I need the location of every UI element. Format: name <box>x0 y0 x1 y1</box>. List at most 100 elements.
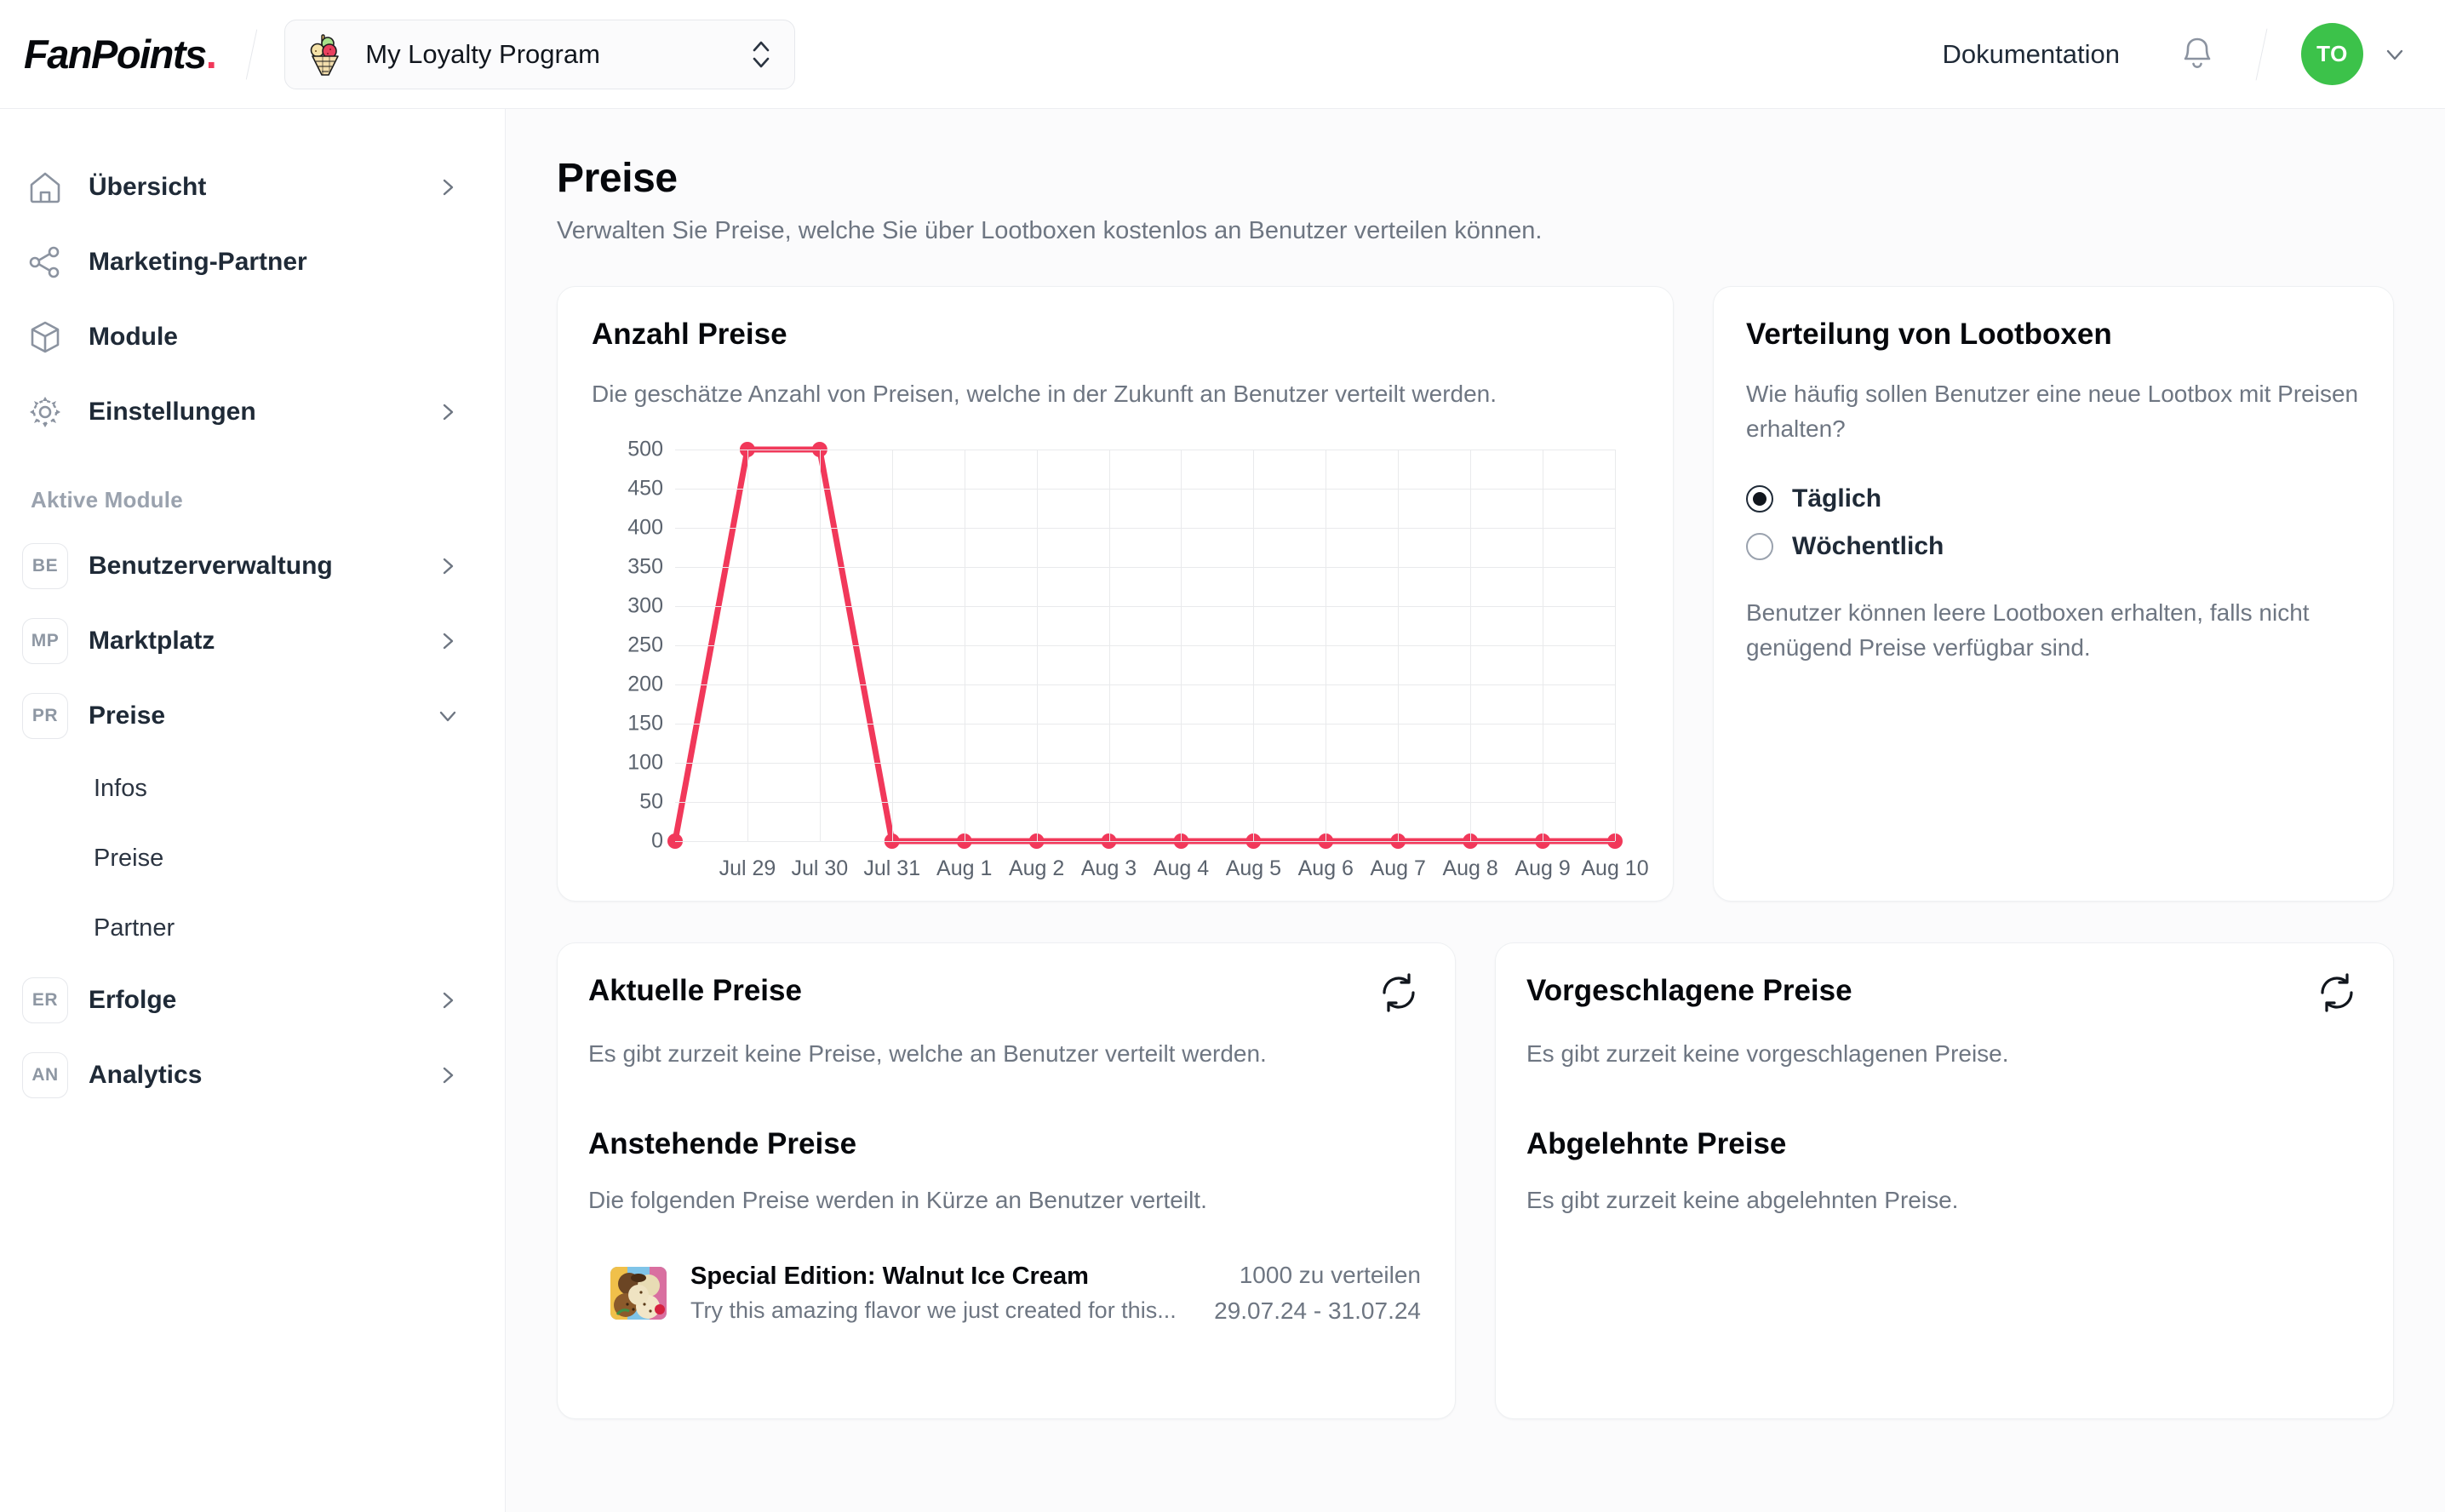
module-badge: AN <box>22 1052 68 1098</box>
bottom-cards-row: Aktuelle Preise Es gibt zurzeit keine Pr… <box>557 942 2394 1419</box>
radio-option-woechentlich[interactable]: Wöchentlich <box>1746 523 2359 570</box>
documentation-link[interactable]: Dokumentation <box>1942 39 2120 70</box>
avatar[interactable]: TO <box>2301 23 2363 85</box>
logo-dot: . <box>205 32 217 77</box>
x-axis-tick-label: Aug 10 <box>1581 856 1649 880</box>
sidebar-item-marktplatz[interactable]: MP Marktplatz <box>0 604 505 679</box>
rejected-prizes-title: Abgelehnte Preise <box>1526 1126 1787 1160</box>
y-axis-tick-label: 500 <box>627 437 663 461</box>
y-axis-tick-label: 450 <box>627 476 663 501</box>
sidebar-item-label: Marketing-Partner <box>89 248 307 276</box>
x-axis-tick-label: Aug 5 <box>1225 856 1282 880</box>
chart-card: Anzahl Preise Die geschätze Anzahl von P… <box>557 286 1674 902</box>
chevron-up-down-icon <box>753 41 770 67</box>
lootbox-frequency-radio-group: Täglich Wöchentlich <box>1746 475 2359 570</box>
y-axis-tick-label: 50 <box>639 789 663 814</box>
lootbox-card-title: Verteilung von Lootboxen <box>1746 318 2112 351</box>
grid-line-vertical <box>891 449 893 841</box>
sidebar-item-erfolge[interactable]: ER Erfolge <box>0 963 505 1038</box>
sidebar-item-label: Analytics <box>89 1061 203 1089</box>
top-cards-row: Anzahl Preise Die geschätze Anzahl von P… <box>557 286 2394 902</box>
x-axis-tick-label: Jul 31 <box>863 856 921 880</box>
x-axis-tick-label: Aug 4 <box>1153 856 1210 880</box>
chart-card-description: Die geschätze Anzahl von Preisen, welche… <box>592 381 1497 407</box>
logo-divider <box>246 29 258 79</box>
sidebar-item-module[interactable]: Module <box>0 300 505 375</box>
grid-line-vertical <box>747 449 748 841</box>
grid-line-horizontal <box>675 684 1615 685</box>
x-axis-tick-label: Aug 9 <box>1515 856 1571 880</box>
logo-text: FanPoints <box>24 32 207 77</box>
sidebar-item-label: Einstellungen <box>89 398 256 426</box>
radio-option-taeglich[interactable]: Täglich <box>1746 475 2359 523</box>
chevron-right-icon <box>443 404 454 421</box>
grid-line-vertical <box>1398 449 1400 841</box>
current-prizes-card: Aktuelle Preise Es gibt zurzeit keine Pr… <box>557 942 1456 1419</box>
prize-dates: 29.07.24 - 31.07.24 <box>1214 1297 1421 1324</box>
app-logo[interactable]: FanPoints. <box>20 31 217 77</box>
radio-label: Wöchentlich <box>1792 532 1944 561</box>
sidebar-subitem-infos[interactable]: Infos <box>0 753 505 823</box>
chevron-placeholder <box>437 326 459 348</box>
suggested-prizes-card: Vorgeschlagene Preise Es gibt zurzeit ke… <box>1495 942 2394 1419</box>
grid-line-vertical <box>1181 449 1182 841</box>
sidebar-subitem-preise[interactable]: Preise <box>0 823 505 893</box>
top-bar: FanPoints. My Loyalty Program Dokumentat… <box>0 0 2445 109</box>
chevron-right-icon <box>443 179 454 196</box>
x-axis-tick-label: Aug 2 <box>1008 856 1065 880</box>
upcoming-prizes-title: Anstehende Preise <box>588 1126 857 1160</box>
x-axis-tick-label: Aug 6 <box>1297 856 1354 880</box>
chevron-down-icon[interactable] <box>2382 42 2408 67</box>
rejected-prizes-empty-text: Es gibt zurzeit keine abgelehnten Preise… <box>1526 1186 1959 1213</box>
radio-indicator-selected[interactable] <box>1746 485 1773 513</box>
y-axis-tick-label: 100 <box>627 750 663 775</box>
chart-canvas <box>667 441 1623 849</box>
prize-text-block: Special Edition: Walnut Ice Cream Try th… <box>690 1263 1190 1324</box>
lootbox-distribution-card: Verteilung von Lootboxen Wie häufig soll… <box>1713 286 2394 902</box>
sidebar-item-ubersicht[interactable]: Übersicht <box>0 150 505 225</box>
prize-name: Special Edition: Walnut Ice Cream <box>690 1262 1089 1290</box>
suggested-prizes-title: Vorgeschlagene Preise <box>1526 973 1852 1007</box>
suggested-prizes-empty-text: Es gibt zurzeit keine vorgeschlagenen Pr… <box>1526 1040 2009 1067</box>
grid-line-horizontal <box>675 762 1615 764</box>
chevron-right-icon <box>443 558 454 575</box>
ice-cream-icon <box>310 33 340 76</box>
x-axis-tick-label: Jul 29 <box>719 856 776 880</box>
program-selector[interactable]: My Loyalty Program <box>284 19 796 89</box>
module-badge: MP <box>22 618 68 664</box>
sidebar-item-label: Preise <box>89 702 166 730</box>
radio-indicator-unselected[interactable] <box>1746 533 1773 561</box>
x-axis-tick-label: Aug 7 <box>1370 856 1426 880</box>
module-badge: BE <box>22 543 68 589</box>
lootbox-hint: Benutzer können leere Lootboxen erhalten… <box>1746 599 2310 661</box>
prize-meta: 1000 zu verteilen 29.07.24 - 31.07.24 <box>1214 1262 1421 1325</box>
x-axis-tick-label: Jul 30 <box>791 856 849 880</box>
refresh-icon[interactable] <box>1377 971 1421 1015</box>
y-axis-tick-label: 350 <box>627 554 663 579</box>
chevron-placeholder <box>437 251 459 273</box>
sidebar-subitem-partner[interactable]: Partner <box>0 893 505 963</box>
sidebar-item-analytics[interactable]: AN Analytics <box>0 1038 505 1113</box>
list-item[interactable]: Special Edition: Walnut Ice Cream Try th… <box>588 1262 1421 1325</box>
prize-count: 1000 zu verteilen <box>1239 1261 1421 1288</box>
y-axis-tick-label: 150 <box>627 711 663 736</box>
grid-line-horizontal <box>675 527 1615 529</box>
sidebar-item-preise[interactable]: PR Preise <box>0 679 505 753</box>
grid-line-vertical <box>819 449 821 841</box>
current-prizes-title: Aktuelle Preise <box>588 973 802 1007</box>
notification-bell-icon[interactable] <box>2179 35 2215 74</box>
y-axis-tick-label: 300 <box>627 593 663 618</box>
ice-cream-photo-icon <box>610 1266 667 1320</box>
grid-line-vertical <box>1615 449 1616 841</box>
refresh-icon[interactable] <box>2315 971 2359 1015</box>
sidebar: Übersicht Marketing-Partner Module Einst… <box>0 109 506 1512</box>
sidebar-item-marketing-partner[interactable]: Marketing-Partner <box>0 225 505 300</box>
sidebar-item-einstellungen[interactable]: Einstellungen <box>0 375 505 450</box>
x-axis-tick-label: Aug 1 <box>936 856 993 880</box>
sidebar-item-benutzerverwaltung[interactable]: BE Benutzerverwaltung <box>0 529 505 604</box>
home-icon <box>26 168 65 207</box>
grid-line-horizontal <box>675 644 1615 646</box>
chevron-right-icon <box>443 992 454 1009</box>
y-axis-tick-label: 250 <box>627 633 663 657</box>
chart-plot-area: 0 50 100 150 200 250 300 350 400 450 500 Jul 29 Jul… <box>585 437 1648 880</box>
